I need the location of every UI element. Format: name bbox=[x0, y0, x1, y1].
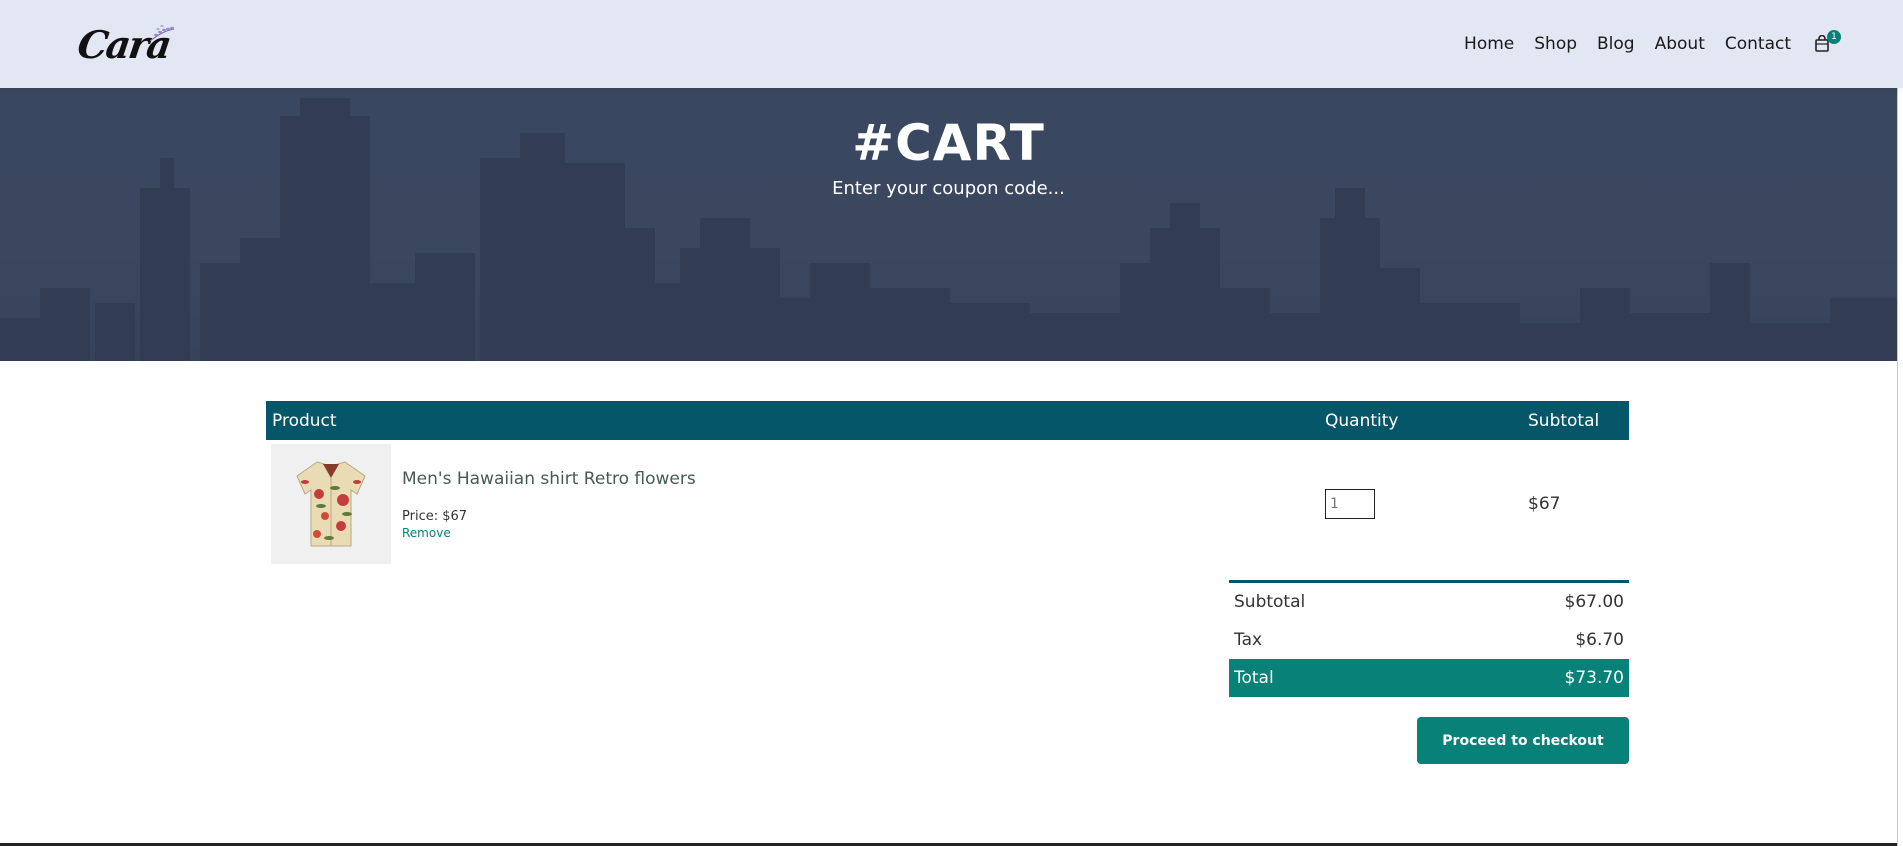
table-header: Product Quantity Subtotal bbox=[266, 401, 1629, 440]
cart-item-row: Men's Hawaiian shirt Retro flowers Price… bbox=[266, 440, 1629, 568]
nav-blog[interactable]: Blog bbox=[1597, 34, 1635, 54]
totals-subtotal-row: Subtotal $67.00 bbox=[1229, 583, 1629, 621]
nav-home[interactable]: Home bbox=[1464, 34, 1514, 54]
page-title: #CART bbox=[852, 114, 1045, 172]
hawaiian-shirt-image bbox=[296, 461, 366, 547]
cart-link[interactable]: 1 bbox=[1811, 30, 1841, 56]
cart-totals: Subtotal $67.00 Tax $6.70 Total $73.70 bbox=[1229, 580, 1629, 697]
product-info: Men's Hawaiian shirt Retro flowers Price… bbox=[402, 469, 1325, 540]
product-image[interactable] bbox=[271, 444, 391, 564]
quantity-cell bbox=[1325, 489, 1528, 519]
column-product: Product bbox=[272, 410, 337, 431]
column-subtotal: Subtotal bbox=[1528, 410, 1600, 431]
subtotal-label: Subtotal bbox=[1234, 592, 1306, 612]
cart-count-badge: 1 bbox=[1827, 30, 1841, 44]
tax-label: Tax bbox=[1234, 630, 1263, 650]
nav-shop[interactable]: Shop bbox=[1534, 34, 1577, 54]
subtotal-value: $67.00 bbox=[1564, 592, 1624, 612]
hero-banner: #CART Enter your coupon code... bbox=[0, 88, 1897, 361]
site-header: Cara Home Shop Blog About Contact 1 bbox=[0, 0, 1903, 88]
item-subtotal: $67 bbox=[1528, 494, 1561, 514]
scrollbar[interactable] bbox=[1897, 0, 1903, 846]
proceed-to-checkout-button[interactable]: Proceed to checkout bbox=[1417, 717, 1629, 764]
nav-about[interactable]: About bbox=[1655, 34, 1705, 54]
total-label: Total bbox=[1234, 668, 1274, 688]
main-nav: Home Shop Blog About Contact 1 bbox=[1444, 30, 1841, 56]
product-price: Price: $67 bbox=[402, 508, 468, 524]
quantity-input[interactable] bbox=[1325, 489, 1375, 519]
coupon-prompt: Enter your coupon code... bbox=[832, 178, 1065, 199]
totals-total-row: Total $73.70 bbox=[1229, 659, 1629, 697]
totals-tax-row: Tax $6.70 bbox=[1229, 621, 1629, 659]
logo[interactable]: Cara bbox=[75, 19, 178, 69]
product-name[interactable]: Men's Hawaiian shirt Retro flowers bbox=[402, 469, 1325, 489]
tax-value: $6.70 bbox=[1575, 630, 1624, 650]
column-quantity: Quantity bbox=[1325, 410, 1399, 431]
total-value: $73.70 bbox=[1564, 668, 1624, 688]
nav-contact[interactable]: Contact bbox=[1725, 34, 1791, 54]
cart-table: Product Quantity Subtotal Men's Hawaiian… bbox=[266, 401, 1629, 568]
remove-link[interactable]: Remove bbox=[402, 526, 1325, 540]
lavender-icon bbox=[149, 25, 175, 42]
